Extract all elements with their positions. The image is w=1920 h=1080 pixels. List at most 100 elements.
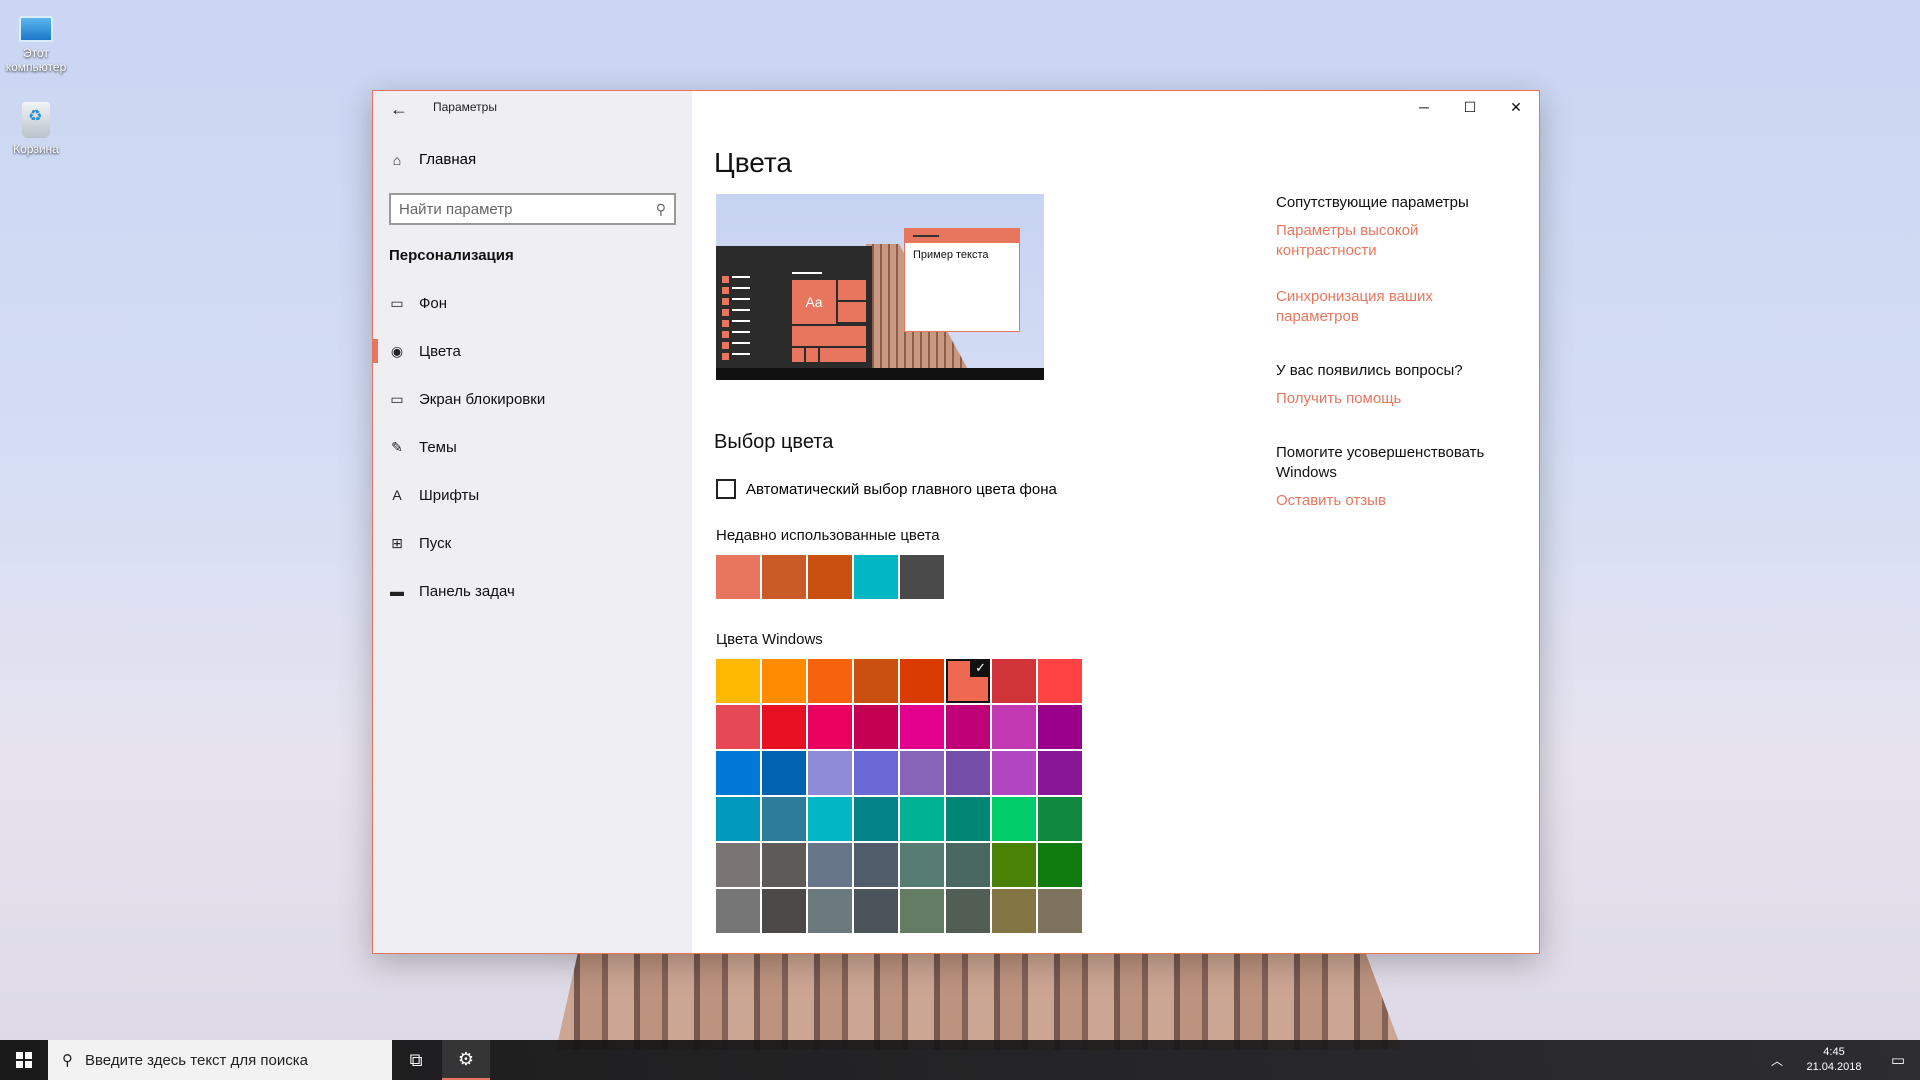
improve-heading: Помогите усовершенствовать Windows: [1276, 444, 1485, 481]
color-swatch[interactable]: [946, 843, 990, 887]
chevron-up-icon[interactable]: ︿: [1762, 1052, 1792, 1069]
system-tray: ︿ 4:45 21.04.2018 ▭: [1762, 1040, 1920, 1080]
feedback-link[interactable]: Оставить отзыв: [1276, 491, 1506, 511]
color-swatch[interactable]: [808, 751, 852, 795]
color-swatch[interactable]: [854, 705, 898, 749]
color-swatch[interactable]: [992, 705, 1036, 749]
color-swatch[interactable]: [854, 889, 898, 933]
color-swatch[interactable]: [900, 751, 944, 795]
back-arrow-icon[interactable]: ←: [387, 97, 411, 121]
sync-settings-link[interactable]: Синхронизация ваших параметров: [1276, 287, 1506, 327]
notifications-icon[interactable]: ▭: [1876, 1051, 1920, 1069]
color-swatch[interactable]: [716, 797, 760, 841]
color-swatch[interactable]: [716, 889, 760, 933]
recent-colors-label: Недавно использованные цвета: [716, 527, 940, 544]
color-swatch[interactable]: [900, 705, 944, 749]
maximize-button[interactable]: ☐: [1447, 91, 1493, 123]
color-swatch[interactable]: [808, 705, 852, 749]
color-swatch[interactable]: [1038, 659, 1082, 703]
color-swatch[interactable]: [854, 797, 898, 841]
clock-time: 4:45: [1823, 1046, 1845, 1058]
color-swatch[interactable]: [992, 797, 1036, 841]
recent-color-swatch[interactable]: [854, 555, 898, 599]
color-swatch[interactable]: [762, 889, 806, 933]
auto-color-row[interactable]: Автоматический выбор главного цвета фона: [716, 479, 1057, 499]
color-swatch[interactable]: [1038, 843, 1082, 887]
color-swatch[interactable]: [946, 705, 990, 749]
recent-color-swatch[interactable]: [716, 555, 760, 599]
sidebar-item-start[interactable]: ⊞ Пуск: [373, 519, 692, 567]
gear-icon: ⚙: [457, 1048, 475, 1069]
color-swatch[interactable]: ✓: [946, 659, 990, 703]
close-button[interactable]: ✕: [1493, 91, 1539, 123]
color-swatch[interactable]: [1038, 705, 1082, 749]
preview-window: Пример текста: [904, 228, 1020, 332]
questions-heading: У вас появились вопросы?: [1276, 362, 1463, 379]
color-swatch[interactable]: [808, 843, 852, 887]
color-swatch[interactable]: [1038, 889, 1082, 933]
color-swatch[interactable]: [808, 889, 852, 933]
color-swatch[interactable]: [900, 659, 944, 703]
search-input[interactable]: Найти параметр ⚲: [389, 193, 676, 225]
color-swatch[interactable]: [716, 659, 760, 703]
color-swatch[interactable]: [992, 843, 1036, 887]
recent-color-swatch[interactable]: [762, 555, 806, 599]
search-placeholder: Найти параметр: [399, 200, 513, 218]
recent-color-swatch[interactable]: [808, 555, 852, 599]
sidebar-item-themes[interactable]: ✎ Темы: [373, 423, 692, 471]
preview-taskbar: [716, 368, 1044, 380]
sidebar-item-background[interactable]: ▭ Фон: [373, 279, 692, 327]
color-swatch[interactable]: [854, 751, 898, 795]
color-swatch[interactable]: [854, 659, 898, 703]
color-swatch[interactable]: [1038, 751, 1082, 795]
color-swatch[interactable]: [992, 659, 1036, 703]
page-title: Цвета: [714, 147, 792, 178]
taskbar-search-box[interactable]: ⚲ Введите здесь текст для поиска: [48, 1040, 392, 1080]
color-swatch[interactable]: [992, 889, 1036, 933]
color-swatch[interactable]: [762, 705, 806, 749]
start-button[interactable]: [0, 1040, 48, 1080]
get-help-link[interactable]: Получить помощь: [1276, 389, 1506, 409]
color-swatch[interactable]: [900, 797, 944, 841]
color-swatch[interactable]: [762, 751, 806, 795]
color-swatch[interactable]: [946, 889, 990, 933]
sidebar-item-label: Фон: [419, 294, 448, 312]
color-swatch[interactable]: [900, 843, 944, 887]
color-swatch[interactable]: [992, 751, 1036, 795]
recent-color-swatch[interactable]: [900, 555, 944, 599]
start-icon: ⊞: [391, 535, 403, 551]
preview-tile: Aa: [792, 280, 836, 324]
desktop-icon-recycle-bin[interactable]: Корзина: [0, 102, 76, 156]
auto-color-checkbox[interactable]: [716, 479, 736, 499]
sidebar-item-home[interactable]: ⌂ Главная: [389, 151, 476, 168]
color-swatch[interactable]: [1038, 797, 1082, 841]
task-view-button[interactable]: ⧉: [392, 1040, 440, 1080]
color-swatch[interactable]: [946, 751, 990, 795]
home-label: Главная: [419, 151, 477, 168]
color-swatch[interactable]: [762, 797, 806, 841]
choose-color-heading: Выбор цвета: [714, 431, 834, 453]
color-swatch[interactable]: [808, 797, 852, 841]
sidebar-item-lock-screen[interactable]: ▭ Экран блокировки: [373, 375, 692, 423]
sidebar: ← Параметры ⌂ Главная Найти параметр ⚲ П…: [373, 91, 692, 953]
taskbar-settings-button[interactable]: ⚙: [442, 1040, 490, 1080]
color-swatch[interactable]: [762, 843, 806, 887]
search-icon: ⚲: [655, 200, 666, 217]
sidebar-item-taskbar[interactable]: ▬ Панель задач: [373, 567, 692, 615]
color-swatch[interactable]: [946, 797, 990, 841]
sidebar-item-colors[interactable]: ◉ Цвета: [373, 327, 692, 375]
color-swatch[interactable]: [716, 705, 760, 749]
color-swatch[interactable]: [762, 659, 806, 703]
color-swatch[interactable]: [716, 751, 760, 795]
sidebar-item-fonts[interactable]: A Шрифты: [373, 471, 692, 519]
color-swatch[interactable]: [716, 843, 760, 887]
desktop-icon-this-pc[interactable]: Этот компьютер: [0, 8, 76, 74]
minimize-button[interactable]: ─: [1401, 91, 1447, 123]
color-swatch[interactable]: [808, 659, 852, 703]
color-swatch[interactable]: [900, 889, 944, 933]
color-preview: Aa Пример текста: [716, 194, 1044, 380]
clock[interactable]: 4:45 21.04.2018: [1792, 1045, 1876, 1075]
color-swatch[interactable]: [854, 843, 898, 887]
high-contrast-link[interactable]: Параметры высокой контрастности: [1276, 221, 1506, 261]
content-pane: ─ ☐ ✕ Цвета Aa Пример текста Выбор цвета…: [692, 91, 1539, 953]
